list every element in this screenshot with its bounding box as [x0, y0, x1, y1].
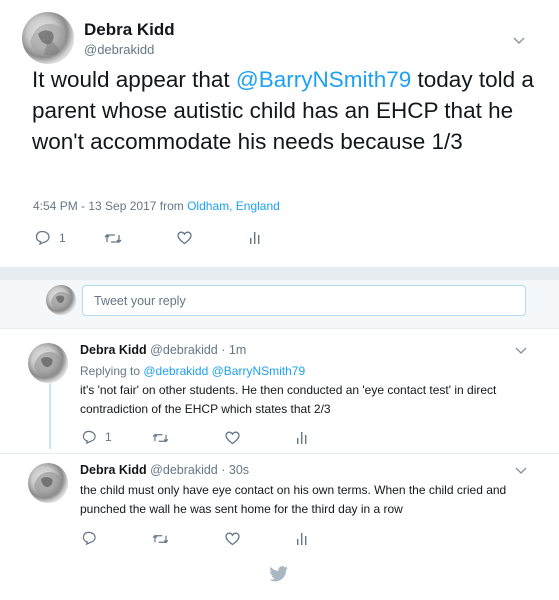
avatar[interactable]	[28, 463, 68, 503]
reply-count: 1	[59, 230, 66, 245]
chevron-down-icon[interactable]	[514, 466, 528, 476]
twitter-bird-icon	[269, 566, 289, 582]
reply-author[interactable]: Debra Kidd	[80, 463, 147, 477]
author-name[interactable]: Debra Kidd @debrakidd · 30s	[80, 463, 249, 477]
reply-icon	[35, 230, 51, 245]
reply-tweet[interactable]: Debra Kidd @debrakidd · 1m Replying to @…	[0, 330, 559, 454]
analytics-icon	[296, 532, 308, 546]
author-name[interactable]: Debra Kidd @debrakidd · 1m	[80, 343, 246, 357]
like-button[interactable]	[225, 431, 240, 445]
retweet-button[interactable]	[152, 432, 169, 444]
reply-button[interactable]: 1	[82, 430, 112, 444]
reply-count: 1	[105, 430, 112, 444]
reply-text: the child must only have eye contact on …	[80, 483, 507, 516]
retweet-icon	[104, 232, 122, 245]
avatar[interactable]	[28, 343, 68, 383]
tweet-timestamp: 4:54 PM - 13 Sep 2017 from Oldham, Engla…	[33, 199, 280, 213]
reply-button[interactable]: 1	[35, 230, 66, 245]
heart-icon	[177, 231, 192, 245]
retweet-button[interactable]	[104, 232, 122, 245]
reply-button[interactable]	[82, 531, 97, 545]
reply-text: it's 'not fair' on other students. He th…	[80, 383, 497, 416]
heart-icon	[225, 431, 240, 445]
retweet-button[interactable]	[152, 533, 169, 545]
analytics-button[interactable]	[296, 431, 308, 445]
analytics-icon	[249, 231, 261, 245]
like-button[interactable]	[177, 231, 192, 245]
retweet-icon	[152, 432, 169, 444]
thread-connector	[49, 383, 51, 449]
tweet-text-prefix: It would appear that	[32, 67, 236, 92]
timestamp-text[interactable]: 4:54 PM - 13 Sep 2017 from	[33, 199, 187, 213]
mention-link[interactable]: @BarryNSmith79	[236, 67, 411, 92]
analytics-button[interactable]	[296, 532, 308, 546]
analytics-icon	[296, 431, 308, 445]
replying-to-label: Replying to	[80, 364, 144, 378]
main-tweet: Debra Kidd @debrakidd It would appear th…	[0, 0, 559, 267]
reply-icon	[82, 430, 97, 444]
location-link[interactable]: Oldham, England	[187, 199, 280, 213]
reply-icon	[82, 531, 97, 545]
reply-meta: @debrakidd · 1m	[150, 343, 247, 357]
heart-icon	[225, 532, 240, 546]
avatar	[46, 285, 76, 315]
tweet-text: It would appear that @BarryNSmith79 toda…	[32, 64, 542, 157]
chevron-down-icon[interactable]	[514, 346, 528, 356]
analytics-button[interactable]	[249, 231, 261, 245]
like-button[interactable]	[225, 532, 240, 546]
author-name[interactable]: Debra Kidd	[84, 20, 175, 40]
reply-input[interactable]: Tweet your reply	[82, 285, 526, 316]
replying-to: Replying to @debrakidd @BarryNSmith79	[80, 364, 305, 378]
section-divider	[0, 267, 559, 280]
avatar[interactable]	[22, 12, 74, 64]
retweet-icon	[152, 533, 169, 545]
replying-to-mentions[interactable]: @debrakidd @BarryNSmith79	[143, 364, 305, 378]
chevron-down-icon[interactable]	[512, 36, 526, 46]
reply-author[interactable]: Debra Kidd	[80, 343, 147, 357]
reply-meta: @debrakidd · 30s	[150, 463, 250, 477]
author-handle[interactable]: @debrakidd	[84, 42, 154, 57]
